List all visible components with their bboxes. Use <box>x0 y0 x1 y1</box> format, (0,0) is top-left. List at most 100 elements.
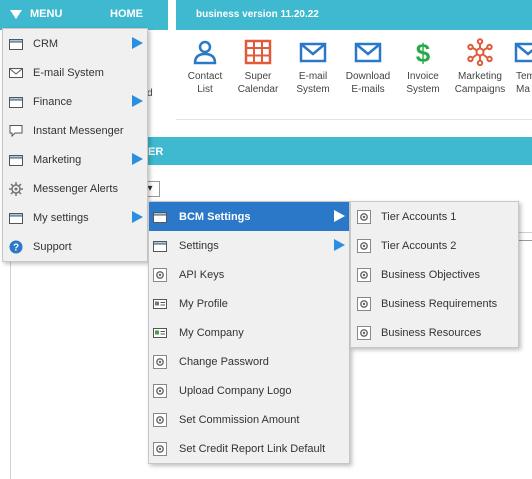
menu-triangle-icon <box>10 9 22 19</box>
contact-list-button[interactable]: Contact List <box>176 38 234 96</box>
tool-label-line2: List <box>197 84 213 95</box>
menu-item-label: Set Commission Amount <box>179 413 300 426</box>
tool-label-line1: Contact <box>187 71 223 82</box>
dollar-icon: $ <box>416 38 431 66</box>
menu-item-business-objectives[interactable]: Business Objectives <box>351 260 518 289</box>
menu-item-label: Settings <box>179 239 219 252</box>
gear-icon <box>357 209 371 224</box>
my-settings-submenu: BCM Settings Settings API Keys My Profil… <box>148 201 350 464</box>
menu-item-label: Set Credit Report Link Default <box>179 442 326 455</box>
menu-item-label: Tier Accounts 1 <box>381 210 457 223</box>
menu-item-business-resources[interactable]: Business Resources <box>351 318 518 347</box>
menu-item-finance[interactable]: Finance <box>3 87 147 116</box>
menu-item-business-requirements[interactable]: Business Requirements <box>351 289 518 318</box>
gear-icon <box>357 267 371 282</box>
svg-text:$: $ <box>416 38 431 66</box>
gear-icon <box>153 383 167 398</box>
toolbar: Contact List Super Calendar E-mail Syste… <box>176 30 532 120</box>
menu-item-label: BCM Settings <box>179 210 251 223</box>
menu-item-label: E-mail System <box>33 66 104 79</box>
menu-item-upload-company-logo[interactable]: Upload Company Logo <box>149 376 349 405</box>
section-title: ER <box>148 146 164 158</box>
gear-icon <box>153 412 167 427</box>
envelope-icon <box>354 42 382 63</box>
menu-item-my-profile[interactable]: My Profile <box>149 289 349 318</box>
tool-label-line1: Invoice <box>407 71 439 82</box>
submenu-arrow-icon <box>132 37 143 49</box>
top-nav-bar: MENU HOME <box>0 0 168 30</box>
menu-item-set-credit-report-link-default[interactable]: Set Credit Report Link Default <box>149 434 349 463</box>
menu-item-label: My settings <box>33 211 89 224</box>
menu-label: MENU <box>30 8 63 20</box>
gear-icon <box>153 267 167 282</box>
menu-item-set-commission-amount[interactable]: Set Commission Amount <box>149 405 349 434</box>
tool-label-line2: System <box>296 84 330 95</box>
menu-item-label: Support <box>33 240 72 253</box>
menu-item-label: Finance <box>33 95 73 108</box>
tool-label-line2: Ma <box>516 84 530 95</box>
menu-item-change-password[interactable]: Change Password <box>149 347 349 376</box>
folder-icon <box>153 210 167 224</box>
menu-item-label: Change Password <box>179 355 269 368</box>
menu-item-support[interactable]: ? Support <box>3 232 147 261</box>
menu-item-my-settings[interactable]: My settings <box>3 203 147 232</box>
home-button[interactable]: HOME <box>110 8 143 20</box>
folder-icon <box>9 153 23 167</box>
menu-item-label: Messenger Alerts <box>33 182 118 195</box>
marketing-campaigns-button[interactable]: Marketing Campaigns <box>451 38 509 96</box>
menu-button[interactable]: MENU <box>10 8 62 20</box>
menu-item-label: Marketing <box>33 153 82 166</box>
menu-item-label: My Profile <box>179 297 228 310</box>
tool-label-line1: E-mail <box>298 71 328 82</box>
menu-item-crm[interactable]: CRM <box>3 29 147 58</box>
envelope-icon <box>9 66 23 80</box>
folder-icon <box>9 95 23 109</box>
main-menu: CRM E-mail System Finance Instant Messen… <box>2 28 148 262</box>
menu-item-settings[interactable]: Settings <box>149 231 349 260</box>
envelope-icon <box>514 42 532 63</box>
menu-item-label: Business Resources <box>381 326 482 339</box>
menu-item-label: My Company <box>179 326 244 339</box>
version-label: business version 11.20.22 <box>196 9 319 20</box>
submenu-arrow-icon <box>334 239 345 251</box>
menu-item-tier-accounts-2[interactable]: Tier Accounts 2 <box>351 231 518 260</box>
submenu-arrow-icon <box>132 95 143 107</box>
menu-item-label: Instant Messenger <box>33 124 124 137</box>
tool-label-line1: Download <box>345 71 391 82</box>
menu-item-tier-accounts-1[interactable]: Tier Accounts 1 <box>351 202 518 231</box>
download-emails-button[interactable]: Download E-mails <box>339 38 397 96</box>
menu-item-label: CRM <box>33 37 59 50</box>
bcm-settings-submenu: Tier Accounts 1 Tier Accounts 2 Business… <box>350 201 519 348</box>
id-card-icon <box>153 297 167 311</box>
submenu-arrow-icon <box>334 210 345 222</box>
calendar-grid-icon <box>244 39 272 65</box>
tool-label-line1: Tem <box>516 71 532 82</box>
invoice-system-button[interactable]: $ Invoice System <box>394 38 452 96</box>
menu-item-bcm-settings[interactable]: BCM Settings <box>149 202 349 231</box>
super-calendar-button[interactable]: Super Calendar <box>229 38 287 96</box>
submenu-arrow-icon <box>132 211 143 223</box>
menu-item-messenger-alerts[interactable]: Messenger Alerts <box>3 174 147 203</box>
menu-item-label: Tier Accounts 2 <box>381 239 457 252</box>
network-icon <box>467 38 493 66</box>
tool-label-line2: Campaigns <box>454 84 506 95</box>
help-icon: ? <box>9 240 23 254</box>
speech-bubble-icon <box>9 124 23 138</box>
menu-item-marketing[interactable]: Marketing <box>3 145 147 174</box>
tool-label-line2: Calendar <box>237 84 279 95</box>
gear-icon <box>153 441 167 456</box>
svg-text:?: ? <box>13 242 19 253</box>
menu-item-email-system[interactable]: E-mail System <box>3 58 147 87</box>
email-system-button[interactable]: E-mail System <box>284 38 342 96</box>
gear-icon <box>357 325 371 340</box>
templates-button[interactable]: Tem Ma <box>504 38 532 96</box>
menu-item-instant-messenger[interactable]: Instant Messenger <box>3 116 147 145</box>
menu-item-api-keys[interactable]: API Keys <box>149 260 349 289</box>
envelope-icon <box>299 42 327 63</box>
folder-icon <box>9 211 23 225</box>
tool-label-line2: System <box>406 84 440 95</box>
menu-item-my-company[interactable]: My Company <box>149 318 349 347</box>
submenu-arrow-icon <box>132 153 143 165</box>
tool-label-line2: E-mails <box>351 84 385 95</box>
menu-item-label: API Keys <box>179 268 225 281</box>
